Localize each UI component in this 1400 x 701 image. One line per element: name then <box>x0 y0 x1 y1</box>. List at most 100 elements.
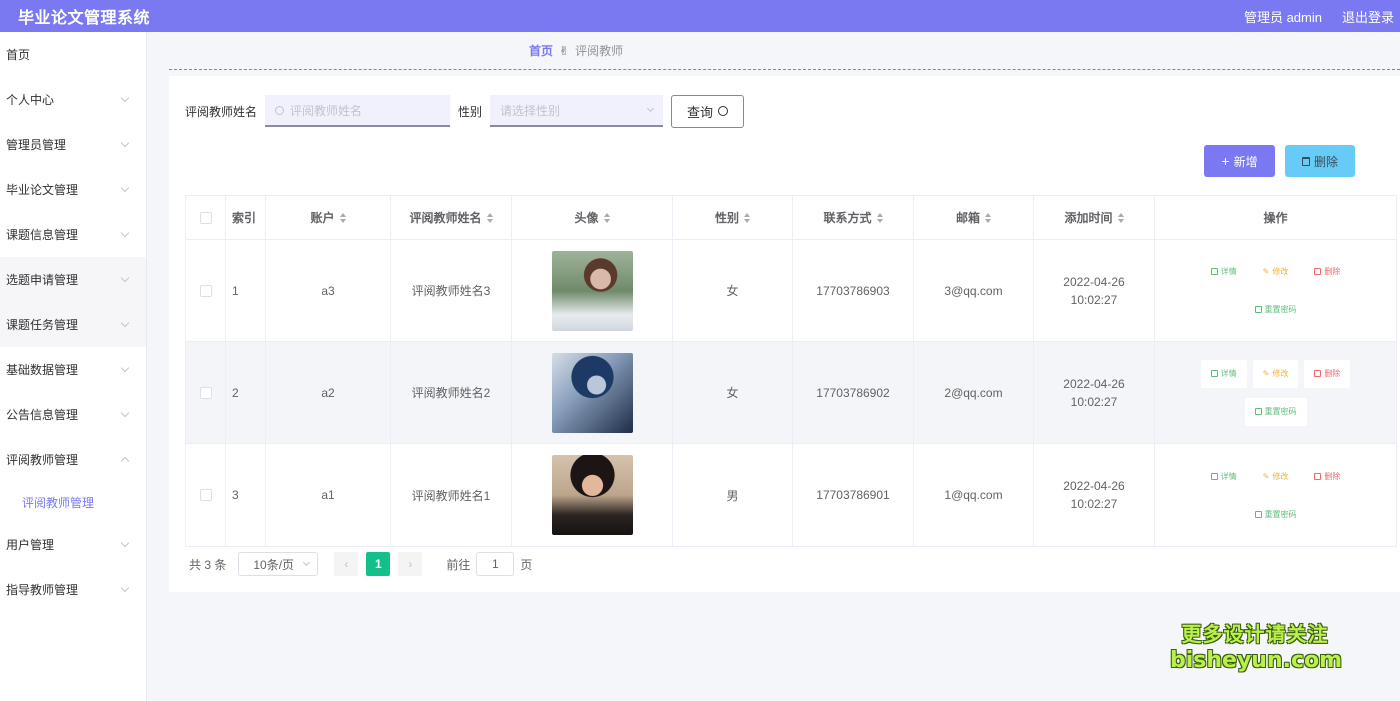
breadcrumb-home[interactable]: 首页 <box>529 42 553 59</box>
sidebar-subitem-reviewers[interactable]: 评阅教师管理 <box>0 482 146 522</box>
col-phone[interactable]: 联系方式 <box>793 196 914 239</box>
sidebar-item-topic-tasks[interactable]: 课题任务管理 <box>0 302 146 347</box>
cell-phone: 17703786902 <box>793 342 914 443</box>
query-button[interactable]: 查询 <box>671 94 745 128</box>
sidebar-item-label: 课题任务管理 <box>6 318 79 332</box>
sidebar-item-profile[interactable]: 个人中心 <box>0 77 146 122</box>
sort-icon[interactable] <box>1117 212 1124 223</box>
add-button[interactable]: + 新增 <box>1204 145 1275 177</box>
pencil-icon: ✎ <box>1262 471 1270 481</box>
table-row: 1 a3 评阅教师姓名3 女 17703786903 3@qq.com 2022… <box>186 240 1396 342</box>
select-all-checkbox[interactable] <box>199 211 212 224</box>
sort-icon[interactable] <box>985 212 991 223</box>
batch-delete-button[interactable]: 删除 <box>1285 145 1355 177</box>
search-bar: 评阅教师姓名 评阅教师姓名 性别 请选择性别 查询 <box>185 94 745 128</box>
cell-account: a3 <box>266 240 391 341</box>
detail-icon <box>1210 472 1218 480</box>
reset-password-button[interactable]: 重置密码 <box>1245 296 1307 324</box>
chevron-down-icon <box>120 583 130 593</box>
chevron-down-icon <box>120 183 130 193</box>
detail-icon <box>1210 268 1218 275</box>
sex-filter-label: 性别 <box>458 104 483 119</box>
cell-account: a1 <box>266 444 391 546</box>
row-checkbox[interactable] <box>199 386 212 399</box>
avatar[interactable] <box>551 352 633 433</box>
row-checkbox[interactable] <box>199 284 212 297</box>
chevron-down-icon <box>120 228 130 238</box>
detail-button[interactable]: 详情 <box>1200 359 1247 388</box>
sidebar-item-label: 选题申请管理 <box>6 273 79 287</box>
table-row: 3 a1 评阅教师姓名1 男 17703786901 1@qq.com 2022… <box>186 444 1396 546</box>
chevron-down-icon <box>120 318 130 328</box>
chevron-down-icon <box>120 408 130 418</box>
current-user[interactable]: 管理员 admin <box>1244 7 1322 26</box>
page-size-select[interactable]: 10条/页 <box>238 552 319 576</box>
sex-select[interactable]: 请选择性别 <box>490 95 664 127</box>
edit-button[interactable]: ✎ 修改 <box>1253 462 1299 490</box>
reset-password-button[interactable]: 重置密码 <box>1245 500 1307 528</box>
table-row: 2 a2 评阅教师姓名2 女 17703786902 2@qq.com 2022… <box>186 342 1396 444</box>
chevron-down-icon <box>303 558 311 567</box>
delete-button-label: 删除 <box>1313 154 1338 169</box>
table-header-row: 索引 账户 评阅教师姓名 头像 性别 联系方式 邮箱 添加时间 操作 <box>186 196 1396 240</box>
cell-time: 2022-04-26 10:02:27 <box>1034 444 1155 546</box>
sidebar-item-basic-data[interactable]: 基础数据管理 <box>0 347 146 392</box>
detail-icon <box>1210 370 1218 377</box>
avatar[interactable] <box>551 250 633 331</box>
col-account[interactable]: 账户 <box>266 196 391 239</box>
sidebar-item-admins[interactable]: 管理员管理 <box>0 122 146 167</box>
col-actions: 操作 <box>1263 211 1288 225</box>
trash-icon <box>1314 472 1322 480</box>
sidebar-item-label: 基础数据管理 <box>6 363 79 377</box>
logout-link[interactable]: 退出登录 <box>1342 7 1394 26</box>
detail-button[interactable]: 详情 <box>1201 462 1247 490</box>
cell-account: a2 <box>266 342 391 443</box>
reset-password-button[interactable]: 重置密码 <box>1244 397 1307 426</box>
col-avatar[interactable]: 头像 <box>512 196 673 239</box>
sidebar-item-label: 首页 <box>6 48 31 62</box>
cell-email: 3@qq.com <box>914 240 1034 341</box>
chevron-down-icon <box>120 538 130 548</box>
goto-page: 前往 1 页 <box>446 552 532 576</box>
cell-sex: 女 <box>673 342 793 443</box>
delete-button[interactable]: 删除 <box>1304 462 1350 490</box>
next-page-button[interactable]: › <box>398 552 423 576</box>
cell-sex: 男 <box>673 444 793 546</box>
edit-button[interactable]: ✎ 修改 <box>1252 359 1299 388</box>
col-time[interactable]: 添加时间 <box>1034 196 1155 239</box>
sidebar-item-users[interactable]: 用户管理 <box>0 522 146 567</box>
col-index: 索引 <box>226 196 266 239</box>
prev-page-button[interactable]: ‹ <box>334 552 359 576</box>
sidebar-item-topic-applications[interactable]: 选题申请管理 <box>0 257 146 302</box>
name-search-input[interactable]: 评阅教师姓名 <box>265 95 451 127</box>
cell-time: 2022-04-26 10:02:27 <box>1034 342 1155 443</box>
avatar[interactable] <box>551 455 633 535</box>
col-email[interactable]: 邮箱 <box>914 196 1034 239</box>
sort-icon[interactable] <box>876 212 883 223</box>
hand-icon: ✌ <box>559 43 570 58</box>
cell-phone: 17703786903 <box>793 240 914 341</box>
key-icon <box>1254 510 1262 518</box>
row-checkbox[interactable] <box>199 489 212 501</box>
sort-icon[interactable] <box>486 212 493 223</box>
watermark-line1: 更多设计请关注 <box>1181 624 1329 646</box>
edit-button[interactable]: ✎ 修改 <box>1253 258 1299 286</box>
sidebar-item-theses[interactable]: 毕业论文管理 <box>0 167 146 212</box>
sidebar-item-notices[interactable]: 公告信息管理 <box>0 392 146 437</box>
sidebar-item-reviewers[interactable]: 评阅教师管理 <box>0 437 146 482</box>
page-number-button[interactable]: 1 <box>366 552 391 576</box>
delete-button[interactable]: 删除 <box>1304 258 1350 286</box>
sidebar-item-topics[interactable]: 课题信息管理 <box>0 212 146 257</box>
col-sex[interactable]: 性别 <box>673 196 793 239</box>
sort-icon[interactable] <box>744 212 750 223</box>
sidebar-item-advisors[interactable]: 指导教师管理 <box>0 567 146 612</box>
chevron-down-icon <box>120 363 130 373</box>
sort-icon[interactable] <box>339 212 346 223</box>
sidebar-item-home[interactable]: 首页 <box>0 32 146 77</box>
detail-button[interactable]: 详情 <box>1201 258 1247 286</box>
goto-page-input[interactable]: 1 <box>476 552 515 576</box>
chevron-down-icon <box>120 273 130 283</box>
col-name[interactable]: 评阅教师姓名 <box>391 196 512 239</box>
delete-button[interactable]: 删除 <box>1304 359 1351 388</box>
sort-icon[interactable] <box>603 212 610 223</box>
